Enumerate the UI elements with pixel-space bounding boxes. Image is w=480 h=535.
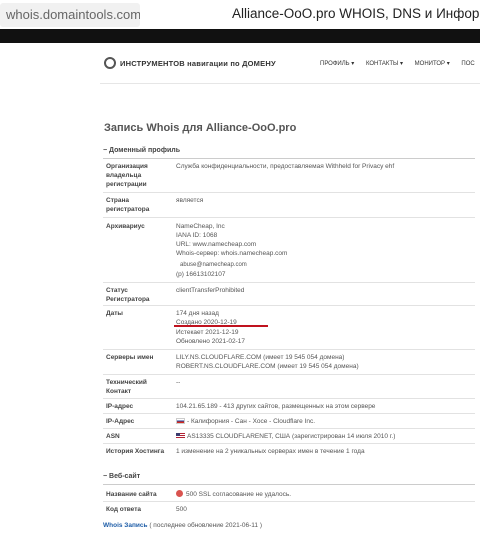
value-country: является [176,197,204,204]
label-ip-location: IP-Адрес [106,418,135,425]
label-response-code: Код ответа [106,506,142,513]
value-dates-expires: Истекает 2021-12-19 [176,329,239,336]
value-nameserver-2[interactable]: ROBERT.NS.CLOUDFLARE.COM (имеет 19 545 0… [176,362,359,371]
footer-updated: ( последнее обновление 2021-06-11 ) [147,522,263,529]
row-divider [103,398,475,399]
address-bar[interactable]: whois.domaintools.com [0,3,140,27]
usa-flag-icon [176,433,185,439]
row-divider [103,428,475,429]
label-status: Статус Регистратора [106,287,150,303]
row-divider [103,282,475,283]
asn-text: AS13335 CLOUDFLARENET, США (зарегистриро… [187,433,396,440]
ip-location-text: - Калифорния - Сан - Хосе - Cloudflare I… [187,418,316,425]
value-response-code: 500 [176,506,187,513]
value-dates-updated: Обновлено 2021-02-17 [176,338,245,345]
value-nameserver-1[interactable]: LILY.NS.CLOUDFLARE.COM (имеет 19 545 054… [176,353,344,362]
error-icon [176,490,183,497]
value-ip[interactable]: 104.21.65.189 - 413 других сайтов, разме… [176,402,375,411]
label-dates: Даты [106,310,123,317]
value-asn: AS13335 CLOUDFLARENET, США (зарегистриро… [176,432,395,441]
russia-flag-icon [176,418,185,424]
label-ip: IP-адрес [106,403,134,410]
value-registrar-whois: Whois-сервер: whois.namecheap.com [176,250,288,257]
row-divider [103,349,475,350]
section-domain-profile[interactable]: − Доменный профиль [103,146,475,159]
value-organization: Служба конфиденциальности, предоставляем… [176,163,395,170]
whois-record-footer: Whois Запись ( последнее обновление 2021… [103,522,262,529]
site-title-text: 500 SSL согласование не удалось. [186,491,292,498]
value-hosting-history[interactable]: 1 изменение на 2 уникальных серверах име… [176,447,365,456]
value-status: clientTransferProhibited [176,287,245,294]
nav-links: ПРОФИЛЬ ▾ КОНТАКТЫ ▾ МОНИТОР ▾ ПОС [320,60,480,67]
nav-link-contacts[interactable]: КОНТАКТЫ ▾ [366,61,403,67]
row-divider [103,192,475,193]
row-divider [103,413,475,414]
row-divider [103,374,475,375]
footer-title[interactable]: Whois Запись [103,522,148,529]
page-title: Запись Whois для Alliance-OoO.pro [104,122,297,134]
label-asn: ASN [106,433,120,440]
nav-link-more[interactable]: ПОС [461,61,474,67]
row-divider [103,217,475,218]
site-logo-text[interactable]: ИНСТРУМЕНТОВ навигации по ДОМЕНУ [120,59,276,68]
gear-logo-icon[interactable] [104,57,116,69]
nav-link-monitor[interactable]: МОНИТОР ▾ [415,61,450,67]
nav-divider [100,83,480,84]
section-website[interactable]: − Веб-сайт [103,472,475,485]
browser-top-bar: whois.domaintools.com Alliance-OoO.pro W… [0,0,480,30]
label-hosting-history: История Хостинга [106,448,165,455]
dark-strip [0,29,480,43]
label-organization: Организация владельца регистрации [106,163,148,188]
value-tech-contact: -- [176,379,181,386]
label-site-title: Название сайта [106,491,157,498]
nav-link-profile[interactable]: ПРОФИЛЬ ▾ [320,61,354,67]
label-country: Страна регистратора [106,197,150,213]
value-registrar-email: abuse@namecheap.com [180,262,247,268]
label-registrar: Архивариус [106,223,145,230]
value-registrar-url[interactable]: URL: www.namecheap.com [176,240,256,249]
tab-title[interactable]: Alliance-OoO.pro WHOIS, DNS и Информац [232,6,480,21]
value-registrar-phone: (p) 16613102107 [176,271,226,278]
value-registrar-name: NameCheap, Inc [176,223,225,230]
value-registrar-iana: IANA ID: 1068 [176,232,218,239]
row-divider [103,305,475,306]
label-nameservers: Серверы имен [106,354,154,361]
red-underline-mark [174,325,268,327]
row-divider [103,501,475,502]
value-site-title: 500 SSL согласование не удалось. [176,490,291,499]
label-tech-contact: Технический Контакт [106,379,147,395]
row-divider [103,443,475,444]
value-ip-location: - Калифорния - Сан - Хосе - Cloudflare I… [176,417,315,426]
value-dates-age: 174 дня назад [176,310,219,317]
